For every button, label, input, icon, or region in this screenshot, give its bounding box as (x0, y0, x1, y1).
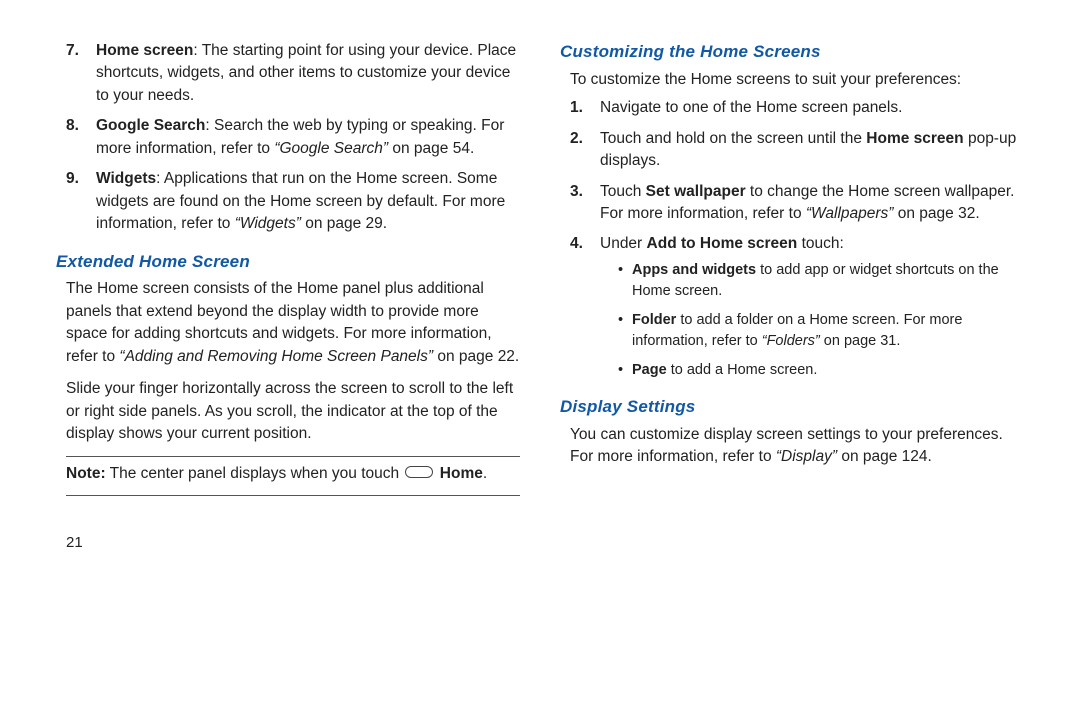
cross-reference: “Wallpapers” (806, 205, 894, 222)
ui-term: Home screen (866, 130, 963, 147)
list-item: 1. Navigate to one of the Home screen pa… (600, 97, 1024, 119)
step-text: Navigate to one of the Home screen panel… (600, 99, 902, 116)
feature-list: 7. Home screen: The starting point for u… (96, 40, 520, 236)
home-button-icon (405, 466, 433, 478)
cross-reference: “Widgets” (235, 215, 301, 232)
item-title: Home screen (96, 42, 193, 59)
step-text: Touch (600, 183, 646, 200)
list-item: 9. Widgets: Applications that run on the… (96, 168, 520, 235)
ui-term: Page (632, 362, 667, 378)
item-number: 9. (66, 168, 79, 190)
note-label: Note: (66, 465, 106, 482)
step-text: Under (600, 235, 647, 252)
note: Note: The center panel displays when you… (66, 463, 520, 485)
section-heading-display: Display Settings (560, 395, 1024, 420)
body-text: on page 124. (837, 448, 932, 465)
manual-page: 7. Home screen: The starting point for u… (0, 0, 1080, 720)
ui-term: Apps and widgets (632, 262, 756, 278)
ui-term: Set wallpaper (646, 183, 746, 200)
cross-reference: “Display” (776, 448, 837, 465)
list-item: Folder to add a folder on a Home screen.… (618, 310, 1024, 352)
note-text: The center panel displays when you touch (106, 465, 404, 482)
list-item: 3. Touch Set wallpaper to change the Hom… (600, 181, 1024, 226)
body-text: on page 22. (433, 348, 519, 365)
item-number: 4. (570, 233, 583, 255)
ui-term: Folder (632, 312, 676, 328)
divider (66, 495, 520, 496)
section-heading-customizing: Customizing the Home Screens (560, 40, 1024, 65)
paragraph: Slide your finger horizontally across th… (66, 378, 520, 445)
ui-term: Add to Home screen (647, 235, 798, 252)
item-number: 3. (570, 181, 583, 203)
divider (66, 456, 520, 457)
item-title: Google Search (96, 117, 205, 134)
left-column: 7. Home screen: The starting point for u… (56, 40, 520, 710)
paragraph: You can customize display screen setting… (570, 424, 1024, 469)
steps-list: 1. Navigate to one of the Home screen pa… (600, 97, 1024, 381)
list-item: Apps and widgets to add app or widget sh… (618, 260, 1024, 302)
list-item: 4. Under Add to Home screen touch: Apps … (600, 233, 1024, 381)
note-text: . (483, 465, 487, 482)
bullet-text: on page 31. (820, 333, 901, 349)
cross-reference: “Adding and Removing Home Screen Panels” (119, 348, 433, 365)
cross-reference: “Google Search” (274, 140, 388, 157)
note-home-label: Home (440, 465, 483, 482)
item-title: Widgets (96, 170, 156, 187)
item-number: 7. (66, 40, 79, 62)
section-heading-extended: Extended Home Screen (56, 250, 520, 275)
list-item: 7. Home screen: The starting point for u… (96, 40, 520, 107)
step-text: touch: (797, 235, 844, 252)
item-desc: on page 54. (388, 140, 474, 157)
list-item: 2. Touch and hold on the screen until th… (600, 128, 1024, 173)
right-column: Customizing the Home Screens To customiz… (560, 40, 1024, 710)
step-text: on page 32. (893, 205, 979, 222)
item-desc: on page 29. (301, 215, 387, 232)
page-number: 21 (66, 532, 520, 554)
item-number: 1. (570, 97, 583, 119)
sub-list: Apps and widgets to add app or widget sh… (618, 260, 1024, 381)
item-number: 2. (570, 128, 583, 150)
list-item: 8. Google Search: Search the web by typi… (96, 115, 520, 160)
cross-reference: “Folders” (762, 333, 820, 349)
list-item: Page to add a Home screen. (618, 360, 1024, 381)
paragraph: To customize the Home screens to suit yo… (570, 69, 1024, 91)
bullet-text: to add a Home screen. (667, 362, 818, 378)
item-number: 8. (66, 115, 79, 137)
paragraph: The Home screen consists of the Home pan… (66, 278, 520, 368)
step-text: Touch and hold on the screen until the (600, 130, 866, 147)
